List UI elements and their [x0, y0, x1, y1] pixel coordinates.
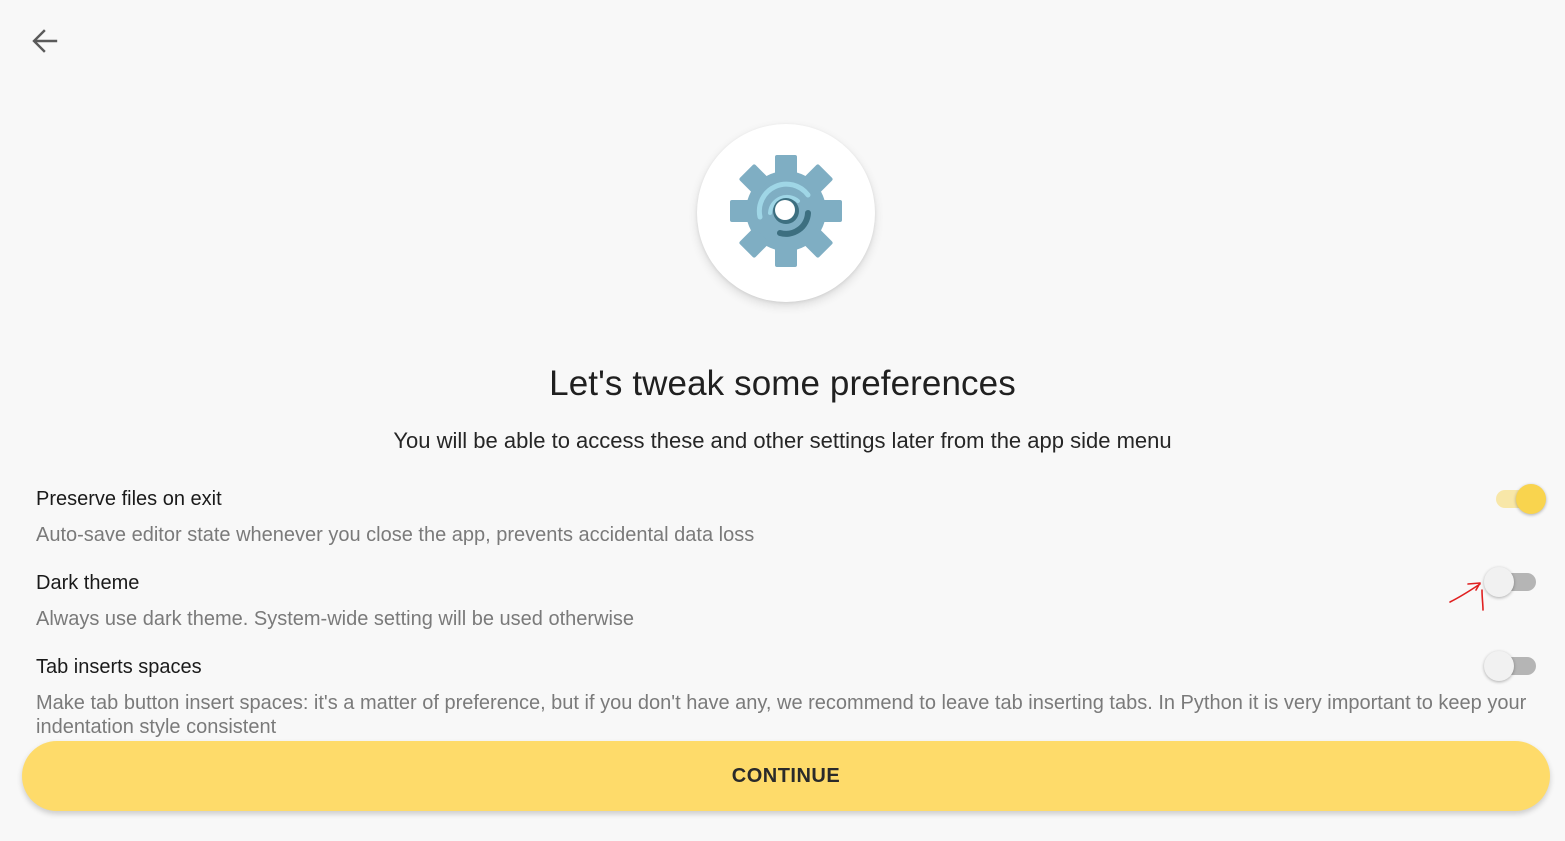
preference-description: Make tab button insert spaces: it's a ma… [36, 692, 1527, 738]
page-title: Let's tweak some preferences [549, 364, 1016, 403]
arrow-left-icon [32, 28, 58, 59]
page-subtitle: You will be able to access these and oth… [393, 428, 1172, 453]
preference-title: Dark theme [36, 572, 140, 594]
toggle-thumb [1484, 651, 1514, 681]
preference-preserve-files: Preserve files on exit Auto-save editor … [36, 487, 1546, 547]
toggle-thumb [1516, 484, 1546, 514]
settings-illustration [697, 124, 875, 302]
preserve-files-toggle[interactable] [1496, 484, 1546, 514]
preference-dark-theme: Dark theme Always use dark theme. System… [36, 571, 1546, 631]
tab-inserts-spaces-toggle[interactable] [1484, 651, 1538, 681]
preference-description: Auto-save editor state whenever you clos… [36, 524, 755, 546]
back-button[interactable] [22, 22, 68, 64]
preference-tab-inserts-spaces: Tab inserts spaces Make tab button inser… [36, 655, 1546, 739]
red-hand-drawn-arrow-icon [1446, 578, 1486, 617]
dark-theme-toggle[interactable] [1484, 567, 1538, 597]
continue-button[interactable]: CONTINUE [22, 741, 1550, 811]
toggle-thumb [1484, 567, 1514, 597]
preference-title: Preserve files on exit [36, 488, 222, 510]
preference-title: Tab inserts spaces [36, 656, 202, 678]
gear-icon [730, 154, 842, 272]
preference-description: Always use dark theme. System-wide setti… [36, 608, 635, 630]
